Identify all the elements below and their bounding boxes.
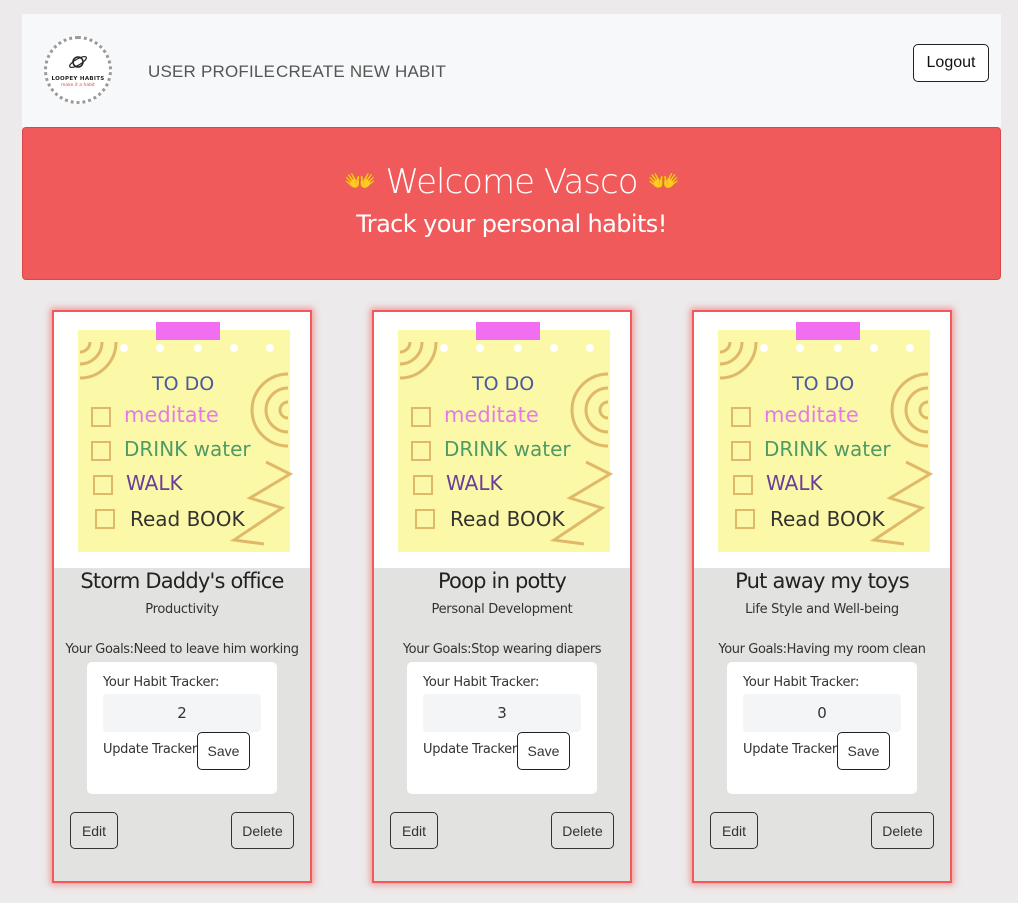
- habit-title: Storm Daddy's office: [80, 569, 284, 593]
- todo-item: meditate: [444, 403, 539, 427]
- habit-card: TO DO meditate DRINK water WALK Read BOO…: [692, 310, 952, 883]
- habit-category: Productivity: [145, 602, 219, 617]
- save-tracker-button[interactable]: Save: [837, 732, 890, 770]
- todo-item: Read BOOK: [130, 507, 245, 531]
- logo-title: LOOPEY HABITS: [51, 75, 105, 82]
- todo-item: WALK: [126, 471, 184, 495]
- tracker-value-field[interactable]: 3: [423, 694, 581, 732]
- edit-habit-button[interactable]: Edit: [710, 812, 758, 849]
- todo-heading: TO DO: [471, 373, 534, 395]
- tracker-value-field[interactable]: 2: [103, 694, 261, 732]
- tracker-value-field[interactable]: 0: [743, 694, 901, 732]
- todo-note-image: TO DO meditate DRINK water WALK Read BOO…: [694, 312, 950, 568]
- welcome-text: Welcome Vasco: [385, 162, 639, 202]
- update-tracker-label: Update Tracker:: [743, 742, 841, 757]
- logo-slogan: make it a habit: [61, 82, 95, 88]
- todo-item: DRINK water: [764, 437, 891, 461]
- nav-create-new-habit-link[interactable]: CREATE NEW HABIT: [276, 62, 446, 82]
- edit-habit-button[interactable]: Edit: [70, 812, 118, 849]
- todo-item: meditate: [764, 403, 859, 427]
- habit-card: TO DO meditate DRINK water WALK Read BOO…: [52, 310, 312, 883]
- tracker-label: Your Habit Tracker:: [743, 675, 860, 690]
- habit-tracker-panel: Your Habit Tracker: 2 Update Tracker: Sa…: [87, 662, 277, 794]
- todo-item: Read BOOK: [770, 507, 885, 531]
- todo-item: WALK: [446, 471, 504, 495]
- todo-note-image: TO DO meditate DRINK water WALK Read BOO…: [54, 312, 310, 568]
- update-tracker-label: Update Tracker:: [103, 742, 201, 757]
- welcome-banner: 👐 Welcome Vasco 👐 Track your personal ha…: [22, 127, 1001, 280]
- tracker-label: Your Habit Tracker:: [103, 675, 220, 690]
- habit-tracker-panel: Your Habit Tracker: 0 Update Tracker: Sa…: [727, 662, 917, 794]
- habit-title: Put away my toys: [735, 569, 910, 593]
- welcome-subtitle: Track your personal habits!: [356, 210, 667, 238]
- todo-item: DRINK water: [444, 437, 571, 461]
- welcome-heading: 👐 Welcome Vasco 👐: [23, 162, 1000, 202]
- logout-button[interactable]: Logout: [913, 44, 989, 82]
- navbar: LOOPEY HABITS make it a habit USER PROFI…: [22, 14, 1001, 127]
- save-tracker-button[interactable]: Save: [517, 732, 570, 770]
- todo-item: WALK: [766, 471, 824, 495]
- todo-note-image: TO DO meditate DRINK water WALK Read BOO…: [374, 312, 630, 568]
- loopey-habits-logo[interactable]: LOOPEY HABITS make it a habit: [44, 36, 112, 104]
- update-tracker-label: Update Tracker:: [423, 742, 521, 757]
- habit-category: Personal Development: [431, 602, 573, 617]
- todo-heading: TO DO: [151, 373, 214, 395]
- edit-habit-button[interactable]: Edit: [390, 812, 438, 849]
- open-hands-icon: 👐: [344, 167, 376, 197]
- habit-goals: Your Goals:Having my room clean: [718, 642, 926, 657]
- open-hands-icon: 👐: [647, 167, 680, 197]
- todo-item: DRINK water: [124, 437, 251, 461]
- todo-heading: TO DO: [791, 373, 854, 395]
- delete-habit-button[interactable]: Delete: [871, 812, 934, 849]
- habit-card: TO DO meditate DRINK water WALK Read BOO…: [372, 310, 632, 883]
- habit-tracker-panel: Your Habit Tracker: 3 Update Tracker: Sa…: [407, 662, 597, 794]
- todo-item: meditate: [124, 403, 219, 427]
- save-tracker-button[interactable]: Save: [197, 732, 250, 770]
- delete-habit-button[interactable]: Delete: [551, 812, 614, 849]
- habit-title: Poop in potty: [437, 569, 567, 593]
- delete-habit-button[interactable]: Delete: [231, 812, 294, 849]
- planet-icon: [68, 53, 88, 74]
- habit-goals: Your Goals:Stop wearing diapers: [402, 642, 602, 657]
- todo-item: Read BOOK: [450, 507, 565, 531]
- habit-category: Life Style and Well-being: [745, 602, 899, 617]
- tracker-label: Your Habit Tracker:: [423, 675, 540, 690]
- nav-user-profile-link[interactable]: USER PROFILE: [148, 62, 275, 82]
- habit-goals: Your Goals:Need to leave him working: [65, 642, 299, 657]
